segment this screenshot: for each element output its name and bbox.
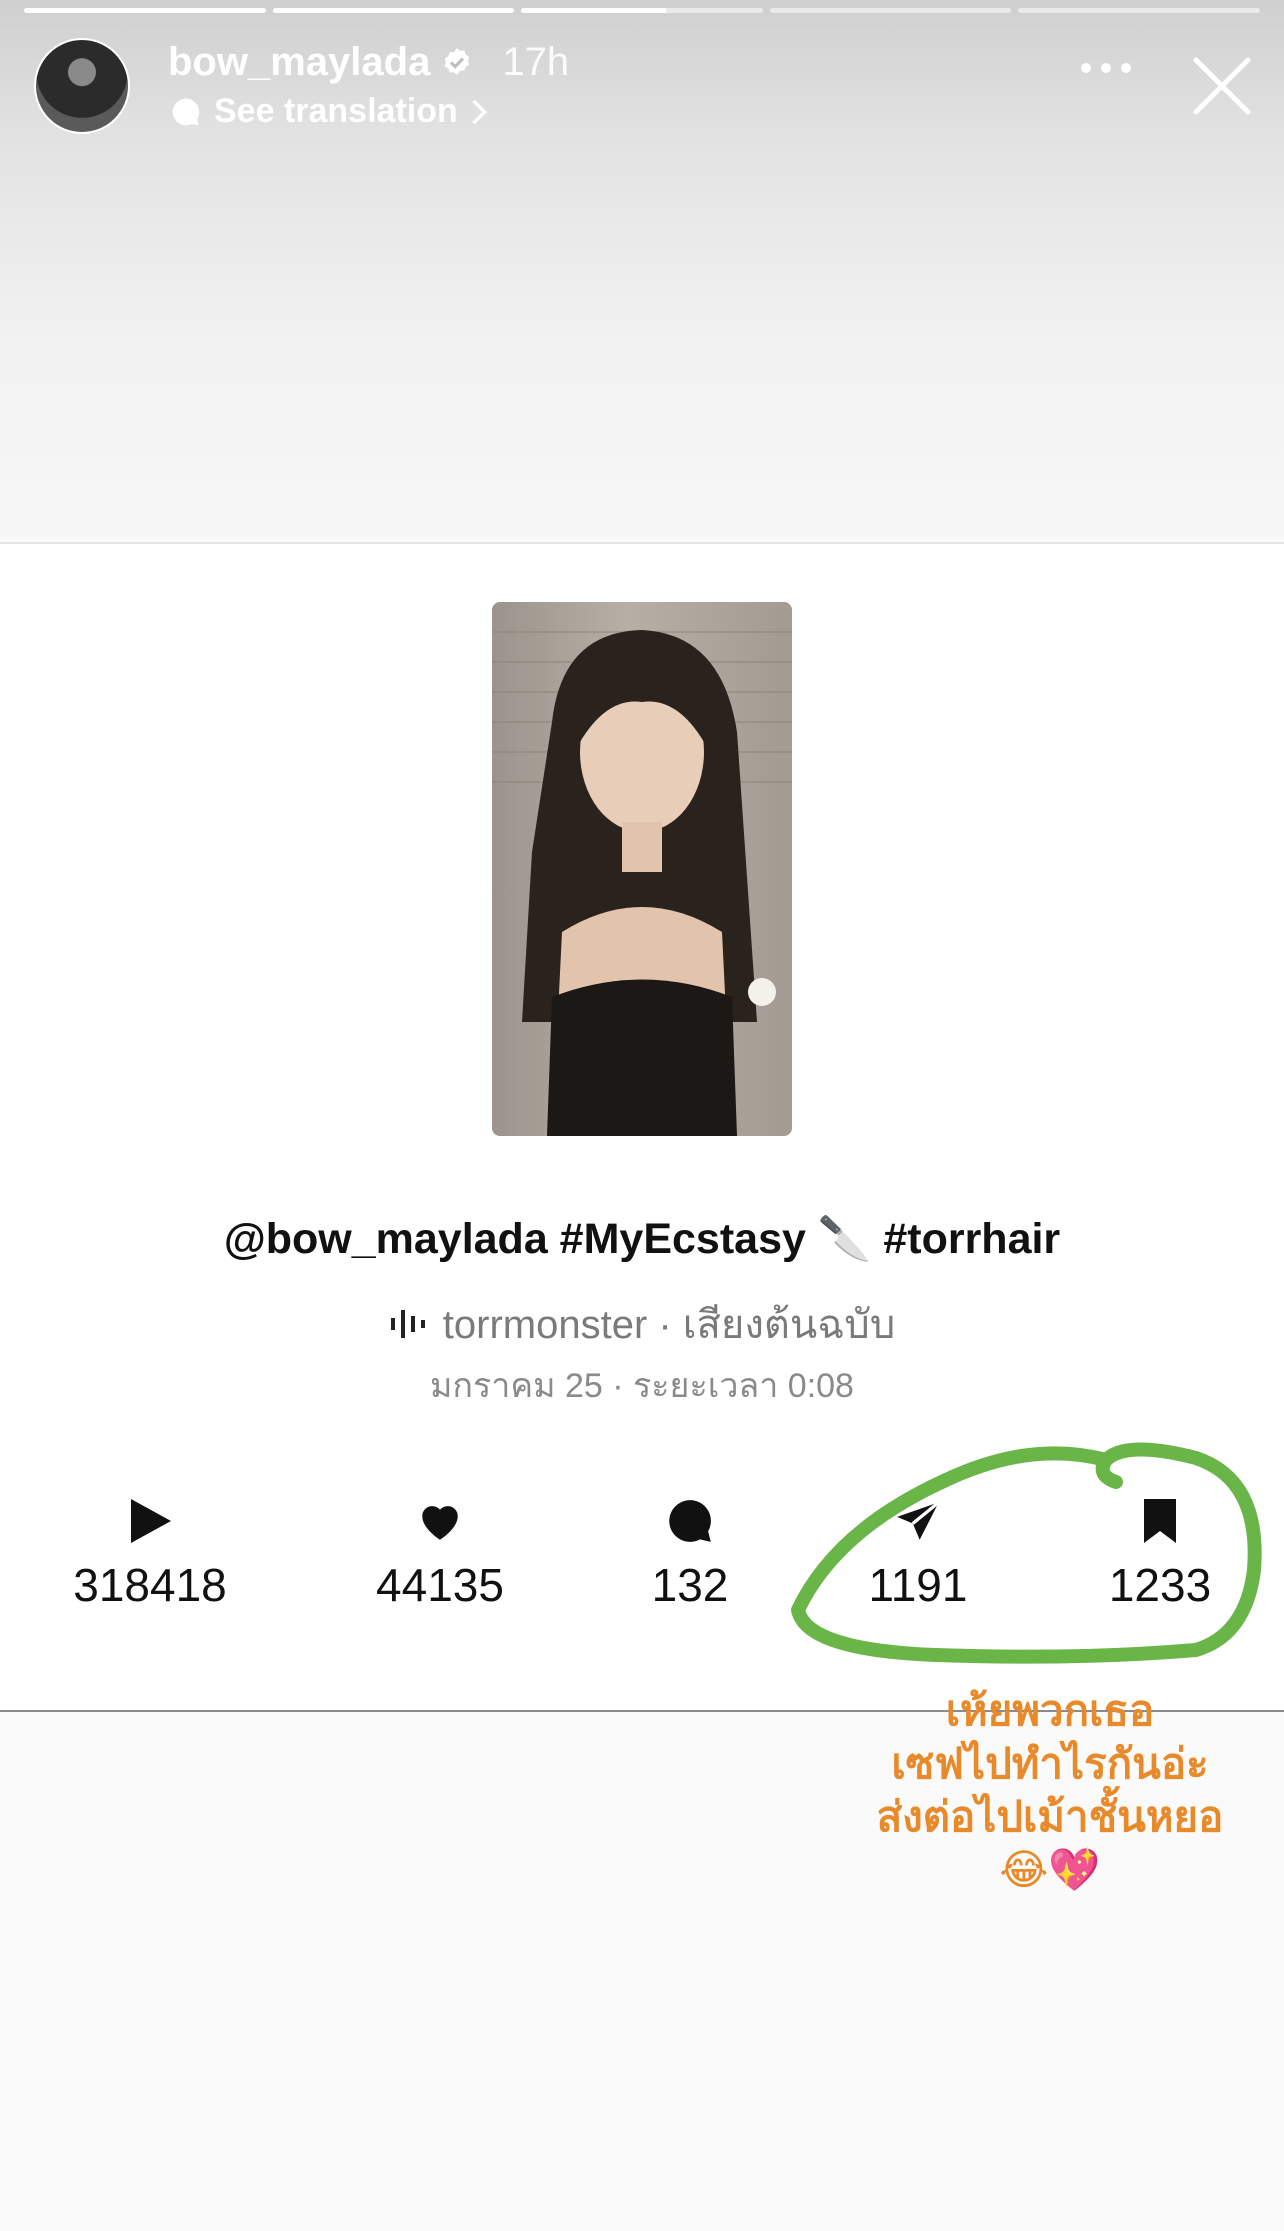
- progress-segment: [769, 8, 1012, 13]
- annotation-text: เห้ยพวกเธอ เซฟไปทำไรกันอ่ะ ส่งต่อไปเม้าช…: [820, 1684, 1280, 1896]
- play-icon: [131, 1499, 171, 1543]
- heart-icon: [422, 1506, 458, 1540]
- post-caption: @bow_maylada #MyEcstasy 🔪 #torrhair: [223, 1215, 1061, 1263]
- progress-segment: [1018, 8, 1260, 13]
- progress-segment: [272, 8, 515, 13]
- post-time: 17h: [502, 40, 570, 84]
- annotation-line: เซฟไปทำไรกันอ่ะ: [891, 1740, 1209, 1787]
- stat-likes: 44135: [330, 1496, 550, 1612]
- comments-count: 132: [651, 1559, 729, 1611]
- see-translation-label: See translation: [214, 92, 458, 130]
- username[interactable]: bow_maylada: [168, 40, 430, 85]
- chevron-right-icon: [471, 99, 487, 124]
- stat-comments: 132: [580, 1496, 800, 1612]
- audio-waveform-icon: [390, 1310, 425, 1338]
- see-translation-link[interactable]: See translation: [170, 92, 488, 131]
- green-circle-drawing: [791, 1442, 1262, 1664]
- plays-count: 318418: [73, 1559, 227, 1611]
- close-icon[interactable]: [1190, 54, 1254, 118]
- audio-info[interactable]: torrmonster · เสียงต้นฉบับ: [0, 1292, 1284, 1356]
- more-options-icon[interactable]: [1080, 62, 1132, 74]
- story-author[interactable]: bow_maylada 17h: [168, 40, 569, 85]
- annotation-line: ส่งต่อไปเม้าชั้นหยอ: [876, 1793, 1224, 1840]
- annotation-line: เห้ยพวกเธอ: [945, 1687, 1155, 1734]
- progress-segment: [24, 8, 266, 13]
- likes-count: 44135: [376, 1559, 504, 1611]
- annotation-emoji: 😂💖: [999, 1846, 1101, 1893]
- verified-badge-icon: [445, 47, 470, 75]
- progress-segment-current: [521, 8, 763, 13]
- story-progress-bar: [24, 8, 1260, 13]
- comment-icon: [669, 1500, 711, 1542]
- portrait-illustration: [492, 630, 792, 1136]
- stat-plays: 318418: [40, 1496, 260, 1612]
- audio-label: torrmonster · เสียงต้นฉบับ: [442, 1303, 896, 1347]
- speech-bubble-icon: [172, 98, 200, 125]
- post-photo[interactable]: [492, 602, 792, 1136]
- avatar[interactable]: [34, 38, 130, 134]
- post-date: มกราคม 25 · ระยะเวลา 0:08: [430, 1367, 854, 1405]
